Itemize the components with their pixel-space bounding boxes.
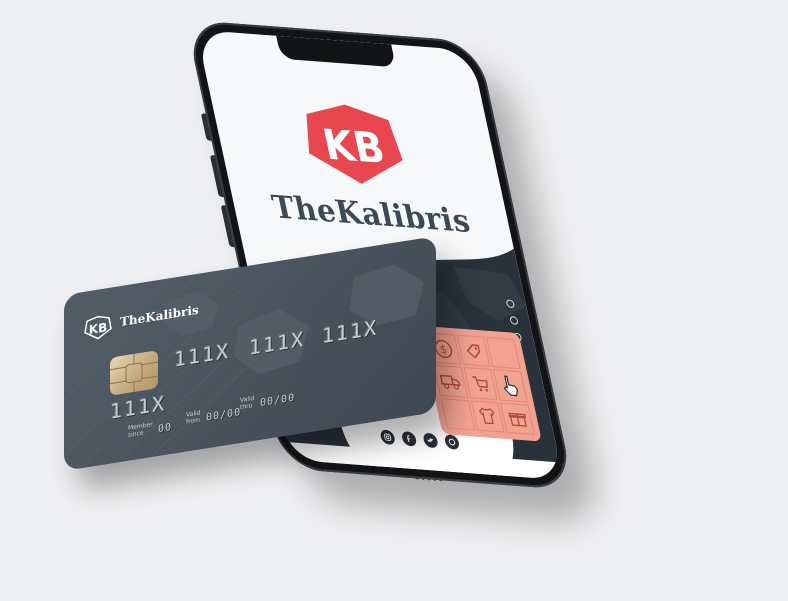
phone-volume-down-button [220,205,235,248]
hand-pointer-icon [493,369,528,403]
gift-icon [500,402,535,435]
card-chip [110,350,158,396]
tag-icon [456,334,491,368]
product-mockup-scene: KB TheKalibris $ KB TheKalibris 111X 111… [0,0,788,601]
card-logo-letters: KB [89,320,107,337]
svg-text:$: $ [439,342,449,356]
kb-logo-icon: KB [306,104,403,184]
member-since-value: 00 [158,421,173,436]
phone-speaker-grille [406,476,452,486]
phone-volume-up-button [209,155,224,198]
blank-tile [440,397,476,431]
cart-icon [463,367,498,400]
phone-side-button [200,113,212,141]
twitter-icon[interactable] [422,432,439,449]
shirt-icon [470,399,505,433]
blank-tile [486,336,521,370]
truck-icon [433,365,468,398]
facebook-icon[interactable] [400,431,418,447]
dot-icon [505,299,516,309]
kb-logo-letters: KB [319,120,389,173]
card-kb-logo-icon: KB [84,315,112,340]
instagram-icon[interactable] [379,429,397,446]
dot-icon [509,315,519,325]
